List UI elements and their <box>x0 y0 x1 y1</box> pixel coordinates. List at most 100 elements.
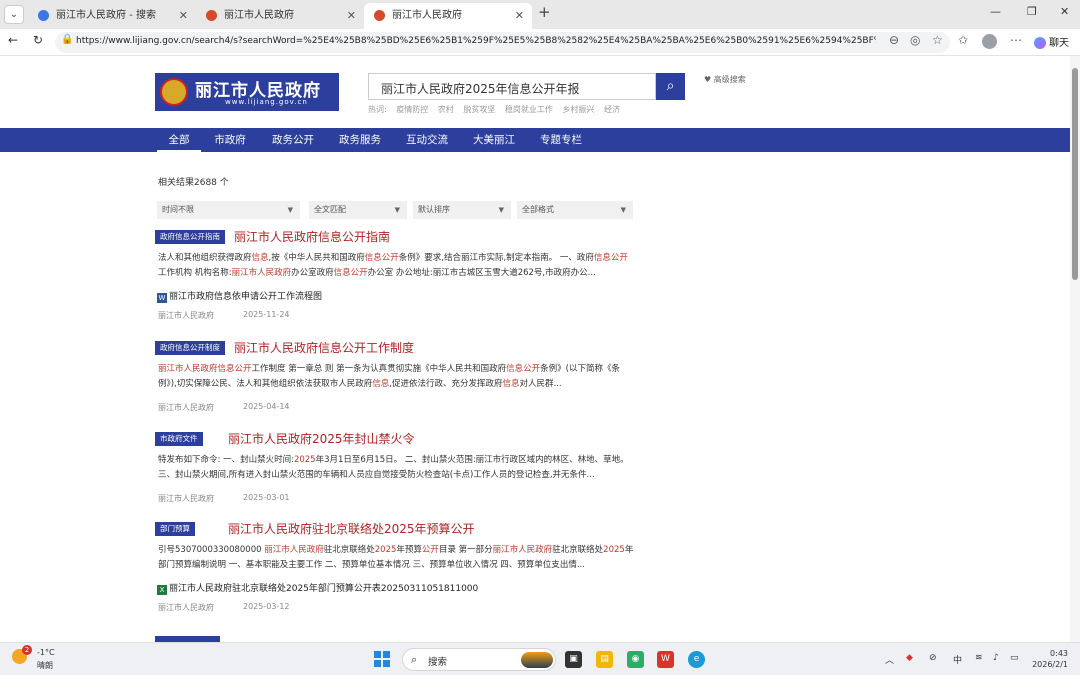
hot-word-link[interactable]: 脱贫攻坚 <box>463 105 495 114</box>
hot-word-link[interactable]: 稳岗就业工作 <box>505 105 553 114</box>
result-meta: 丽江市人民政府 2025-04-14 <box>158 402 290 413</box>
refresh-icon[interactable]: ↻ <box>33 33 43 47</box>
favorites-icon[interactable]: ✩ <box>958 33 968 47</box>
favorite-star-icon[interactable]: ☆ <box>932 33 943 47</box>
filter-sort[interactable]: 默认排序 ▼ <box>413 201 511 219</box>
address-bar[interactable]: 🔒 https://www.lijiang.gov.cn/search4/s?s… <box>55 32 950 53</box>
gov-favicon-icon <box>374 10 385 21</box>
filter-match[interactable]: 全文匹配 ▼ <box>309 201 407 219</box>
nav-item-gov-affairs[interactable]: 政务公开 <box>267 128 319 152</box>
filter-time[interactable]: 时间不限 ▼ <box>157 201 300 219</box>
show-hidden-icons-icon[interactable]: ︿ <box>885 653 894 666</box>
more-menu-icon[interactable]: ⋯ <box>1010 33 1022 47</box>
profile-avatar[interactable] <box>982 34 997 49</box>
browser-window: ⌄ 丽江市人民政府 - 搜索 ✕ 丽江市人民政府 ✕ 丽江市人民政府 ✕ + —… <box>0 0 1080 675</box>
result-meta: 丽江市人民政府 2025-03-12 <box>158 602 290 613</box>
taskbar-search-label: 搜索 <box>428 657 448 668</box>
summary-highlight: 信息 <box>502 379 520 389</box>
summary-highlight: 信息 <box>372 379 390 389</box>
hot-word-link[interactable]: 经济 <box>604 105 620 114</box>
nav-item-all[interactable]: 全部 <box>157 128 201 152</box>
summary-text: 办公室 办公地址:丽江市古城区玉雪大道262号,市政府办公... <box>367 268 596 278</box>
hot-word-link[interactable]: 乡村振兴 <box>562 105 594 114</box>
summary-highlight: 丽江市人民政府 <box>492 545 553 555</box>
back-icon[interactable]: ← <box>8 33 18 47</box>
nav-item-topics[interactable]: 专题专栏 <box>535 128 587 152</box>
minimize-icon[interactable]: — <box>990 5 1001 18</box>
tab-label: 丽江市人民政府 <box>224 10 294 21</box>
result-attachment-link[interactable]: W 丽江市政府信息依申请公开工作流程图 <box>157 289 322 303</box>
result-category-tag: 政府信息公开指南 <box>155 230 225 244</box>
reader-icon[interactable]: ◎ <box>910 33 920 47</box>
chevron-down-icon: ▼ <box>498 206 504 214</box>
summary-highlight: 信息公开 <box>364 253 399 263</box>
filter-label: 全文匹配 <box>314 205 346 214</box>
search-query-text[interactable]: 丽江市人民政府2025年信息公开年报 <box>381 80 580 97</box>
ime-indicator[interactable]: 中 <box>953 653 962 666</box>
gov-favicon-icon <box>206 10 217 21</box>
edge-icon[interactable]: e <box>688 651 705 668</box>
main-nav: 全部 市政府 政务公开 政务服务 互动交流 大美丽江 专题专栏 <box>0 128 1070 152</box>
app-tray-icon[interactable]: ◆ <box>906 653 913 663</box>
wps-icon[interactable]: W <box>657 651 674 668</box>
taskbar: 2 -1°C 晴朗 ⌕ 搜索 ▣ ▤ ◉ W e ︿ ◆ ⊘ 中 ≋ ♪ ▭ 0… <box>0 642 1080 675</box>
result-source: 丽江市人民政府 <box>158 311 214 320</box>
nav-item-city-gov[interactable]: 市政府 <box>210 128 250 152</box>
site-logo[interactable]: 丽江市人民政府 www.lijiang.gov.cn <box>155 73 339 111</box>
close-window-icon[interactable]: ✕ <box>1060 5 1069 18</box>
summary-text: 目录 第一部分 <box>438 545 493 555</box>
search-icon: ⌕ <box>411 653 418 666</box>
advanced-search-label: 高级搜索 <box>713 75 746 84</box>
tab-label: 丽江市人民政府 <box>392 10 462 21</box>
advanced-search-link[interactable]: ♥ 高级搜索 <box>704 74 746 85</box>
task-view-icon[interactable]: ▣ <box>565 651 582 668</box>
windows-start-icon[interactable] <box>374 651 390 667</box>
result-title-link[interactable]: 丽江市人民政府2025年封山禁火令 <box>228 430 415 447</box>
summary-highlight: 丽江市人民政府信息公开 <box>158 364 252 374</box>
logo-domain: www.lijiang.gov.cn <box>225 98 308 106</box>
zoom-icon[interactable]: ⊖ <box>889 33 899 47</box>
attachment-label: 丽江市人民政府驻北京联络处2025年部门预算公开表202503110518110… <box>169 584 479 594</box>
nav-item-services[interactable]: 政务服务 <box>334 128 386 152</box>
close-icon[interactable]: ✕ <box>347 3 356 29</box>
filter-format[interactable]: 全部格式 ▼ <box>517 201 633 219</box>
copilot-icon <box>1034 37 1046 49</box>
search-input[interactable]: 丽江市人民政府2025年信息公开年报 <box>368 73 656 100</box>
summary-highlight: 信息公开 <box>333 268 368 278</box>
wechat-icon[interactable]: ◉ <box>627 651 644 668</box>
hot-word-link[interactable]: 农村 <box>438 105 454 114</box>
close-icon[interactable]: ✕ <box>515 3 524 29</box>
summary-text: 年预算 <box>396 545 422 555</box>
volume-icon[interactable]: ♪ <box>993 653 999 663</box>
close-icon[interactable]: ✕ <box>179 3 188 29</box>
tab-search[interactable]: 丽江市人民政府 - 搜索 ✕ <box>28 3 196 29</box>
new-tab-icon[interactable]: + <box>538 3 551 21</box>
tab-actions-menu[interactable]: ⌄ <box>4 5 24 24</box>
search-button[interactable]: ⌕ <box>656 73 685 100</box>
tab-gov-active[interactable]: 丽江市人民政府 ✕ <box>364 3 532 29</box>
battery-icon[interactable]: ▭ <box>1010 653 1019 663</box>
result-title-link[interactable]: 丽江市人民政府驻北京联络处2025年预算公开 <box>228 520 475 537</box>
tab-gov-1[interactable]: 丽江市人民政府 ✕ <box>196 3 364 29</box>
scrollbar-thumb[interactable] <box>1072 68 1078 280</box>
result-title-link[interactable]: 丽江市人民政府信息公开指南 <box>234 228 390 245</box>
url-text[interactable]: https://www.lijiang.gov.cn/search4/s?sea… <box>76 36 876 46</box>
result-attachment-link[interactable]: X 丽江市人民政府驻北京联络处2025年部门预算公开表20250311051811… <box>157 581 478 595</box>
clock-time: 0:43 <box>1050 649 1068 658</box>
result-title-link[interactable]: 丽江市人民政府信息公开工作制度 <box>234 339 414 356</box>
system-clock[interactable]: 0:43 2026/2/1 <box>1030 648 1068 670</box>
file-explorer-icon[interactable]: ▤ <box>596 651 613 668</box>
copilot-chat-button[interactable]: 聊天 <box>1034 34 1069 49</box>
summary-text: 法人和其他组织获得政府 <box>158 253 252 263</box>
chat-label: 聊天 <box>1049 38 1069 49</box>
summary-text: 特发布如下命令: 一、封山禁火时间: <box>158 455 294 465</box>
hot-word-link[interactable]: 疫情防控 <box>396 105 428 114</box>
taskbar-search[interactable]: ⌕ 搜索 <box>402 648 556 671</box>
nav-item-interaction[interactable]: 互动交流 <box>401 128 453 152</box>
restore-icon[interactable]: ❐ <box>1027 5 1037 18</box>
wifi-icon[interactable]: ≋ <box>975 653 983 663</box>
mute-icon[interactable]: ⊘ <box>929 653 937 663</box>
national-emblem-icon <box>160 78 188 106</box>
nav-item-lijiang[interactable]: 大美丽江 <box>468 128 520 152</box>
page-scrollbar[interactable] <box>1070 56 1080 642</box>
